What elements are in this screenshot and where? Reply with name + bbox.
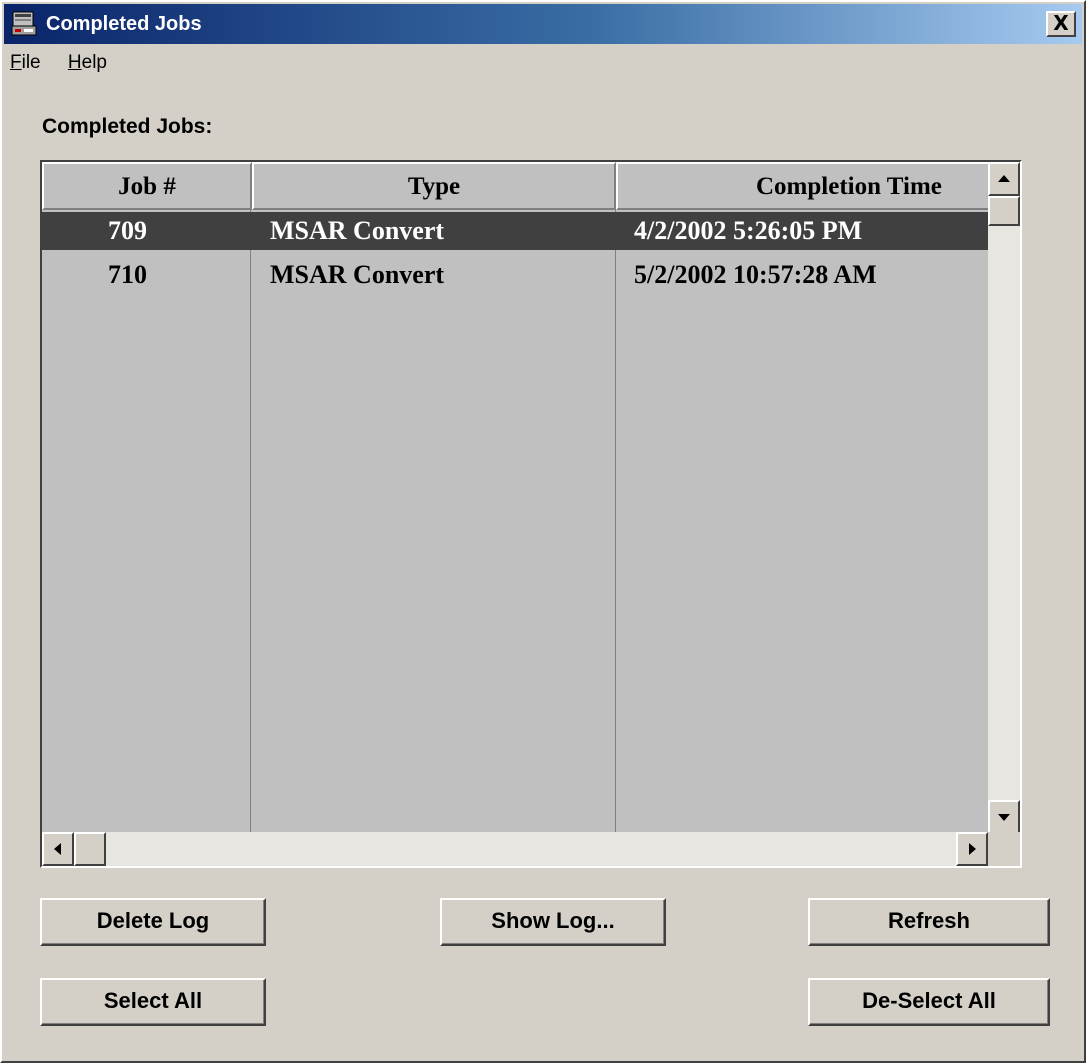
cell-completion-time: 5/2/2002 10:57:28 AM (634, 260, 877, 289)
menu-file-label: ile (21, 52, 41, 73)
scroll-up-button[interactable] (988, 162, 1020, 196)
arrow-right-icon (969, 843, 976, 855)
menu-help[interactable]: Help (68, 52, 107, 74)
arrow-up-icon (998, 175, 1010, 182)
cell-completion-time: 4/2/2002 5:26:05 PM (634, 216, 863, 245)
column-header-type[interactable]: Type (252, 162, 616, 210)
horizontal-scrollbar[interactable] (42, 832, 1020, 866)
deselect-all-button[interactable]: De-Select All (808, 978, 1050, 1026)
menu-help-accel: H (67, 52, 82, 73)
arrow-left-icon (54, 843, 61, 855)
table-row[interactable]: 709 MSAR Convert 4/2/2002 5:26:05 PM (42, 212, 1020, 250)
vertical-scroll-thumb[interactable] (988, 196, 1020, 226)
column-divider (615, 210, 616, 834)
menu-file[interactable]: File (10, 52, 41, 74)
jobs-list-area: Job # Type Completion Time 709 MSAR Conv… (42, 162, 1020, 834)
scrollbar-corner (988, 832, 1020, 866)
title-bar[interactable]: Completed Jobs X (4, 4, 1082, 44)
completed-jobs-label: Completed Jobs: (42, 115, 213, 138)
cell-job: 710 (108, 260, 147, 289)
table-header: Job # Type Completion Time (42, 162, 1020, 210)
delete-log-button[interactable]: Delete Log (40, 898, 266, 946)
refresh-button[interactable]: Refresh (808, 898, 1050, 946)
vertical-scrollbar[interactable] (988, 162, 1020, 834)
window-title: Completed Jobs (46, 13, 202, 35)
app-window-icon (11, 11, 37, 36)
arrow-down-icon (998, 814, 1010, 821)
close-icon: X (1053, 11, 1069, 35)
scroll-down-button[interactable] (988, 800, 1020, 834)
menu-file-accel: F (10, 52, 22, 73)
scroll-left-button[interactable] (42, 832, 74, 866)
cell-type: MSAR Convert (270, 260, 445, 289)
column-header-completion-time[interactable]: Completion Time (616, 162, 1020, 210)
completed-jobs-window: Completed Jobs X File Help Completed Job… (0, 0, 1086, 1063)
menu-help-label: elp (81, 52, 107, 73)
cell-type: MSAR Convert (270, 216, 445, 245)
menu-bar: File Help (10, 52, 129, 82)
show-log-button[interactable]: Show Log... (440, 898, 666, 946)
column-divider (250, 210, 251, 834)
horizontal-scroll-thumb[interactable] (74, 832, 106, 866)
cell-job: 709 (108, 216, 147, 245)
column-header-job[interactable]: Job # (42, 162, 252, 210)
select-all-button[interactable]: Select All (40, 978, 266, 1026)
close-button[interactable]: X (1046, 11, 1076, 37)
scroll-right-button[interactable] (956, 832, 988, 866)
jobs-list[interactable]: Job # Type Completion Time 709 MSAR Conv… (40, 160, 1022, 868)
table-row[interactable]: 710 MSAR Convert 5/2/2002 10:57:28 AM (42, 256, 1020, 294)
